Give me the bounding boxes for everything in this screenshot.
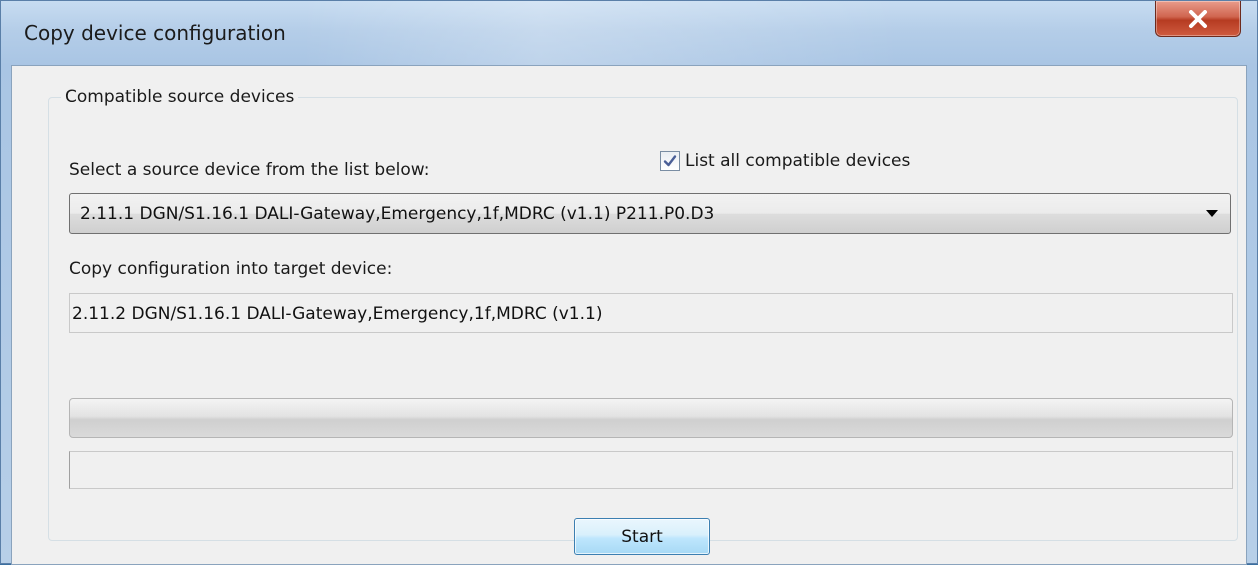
list-all-checkbox[interactable] [660, 151, 680, 171]
close-icon [1189, 9, 1207, 28]
status-field [69, 451, 1233, 489]
source-device-dropdown[interactable]: 2.11.1 DGN/S1.16.1 DALI-Gateway,Emergenc… [69, 193, 1231, 234]
close-button[interactable] [1155, 1, 1241, 37]
target-device-field: 2.11.2 DGN/S1.16.1 DALI-Gateway,Emergenc… [69, 293, 1233, 333]
source-prompt-label: Select a source device from the list bel… [69, 160, 430, 180]
title-bar[interactable]: Copy device configuration [1, 1, 1257, 65]
source-device-selected: 2.11.1 DGN/S1.16.1 DALI-Gateway,Emergenc… [80, 204, 715, 224]
window-title: Copy device configuration [24, 21, 286, 45]
target-device-value: 2.11.2 DGN/S1.16.1 DALI-Gateway,Emergenc… [72, 304, 603, 324]
dialog-window: Copy device configuration Compatible sou… [0, 0, 1258, 565]
start-button[interactable]: Start [574, 518, 710, 555]
copy-progress-bar [69, 398, 1233, 438]
target-prompt-label: Copy configuration into target device: [69, 259, 393, 279]
group-label: Compatible source devices [61, 87, 299, 107]
dialog-client-area: Compatible source devices Select a sourc… [11, 65, 1247, 565]
chevron-down-icon[interactable] [1206, 210, 1218, 217]
list-all-label[interactable]: List all compatible devices [685, 151, 910, 171]
compatible-source-devices-group: Compatible source devices Select a sourc… [48, 87, 1238, 555]
checkmark-icon [663, 155, 677, 167]
